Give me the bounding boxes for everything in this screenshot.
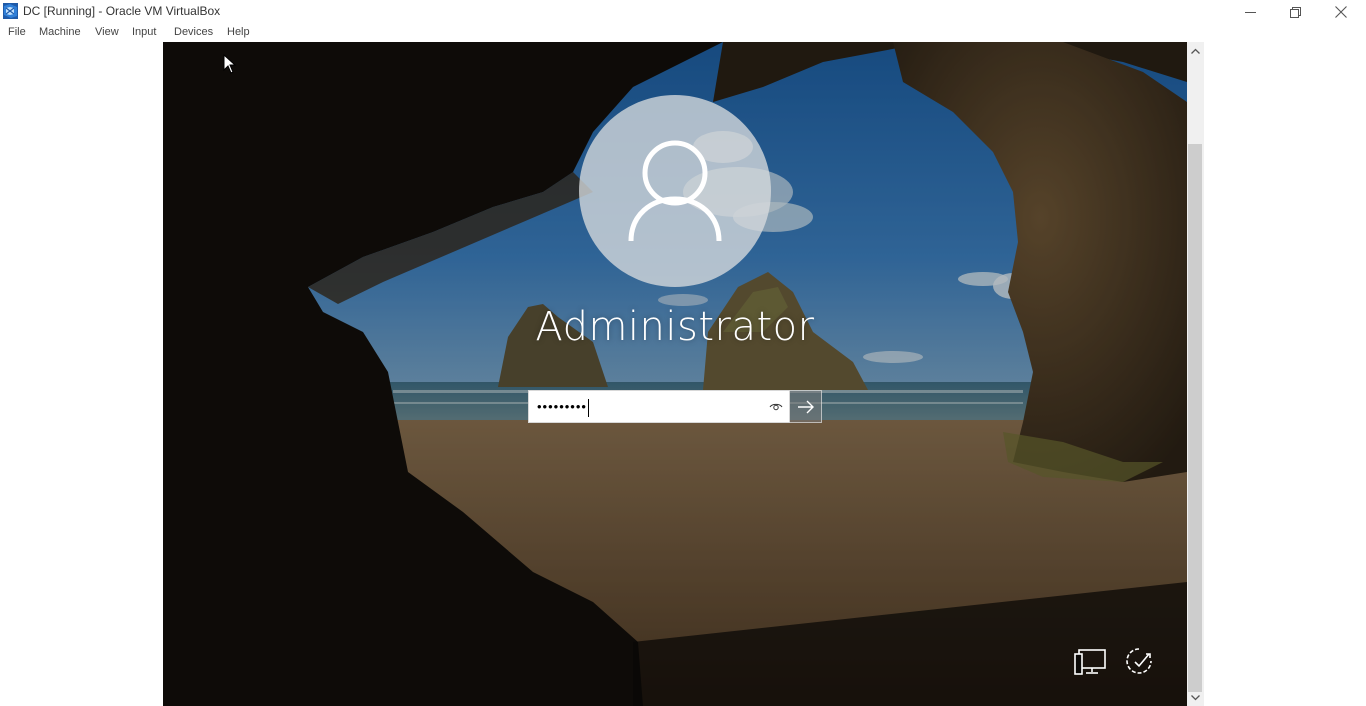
menu-file[interactable]: File bbox=[8, 26, 26, 38]
menu-machine[interactable]: Machine bbox=[39, 26, 81, 38]
minimize-button[interactable] bbox=[1227, 0, 1273, 24]
user-avatar bbox=[579, 95, 771, 287]
chevron-up-icon bbox=[1191, 48, 1200, 54]
menu-bar: File Machine View Input Devices Help bbox=[0, 24, 1366, 42]
mouse-cursor-icon bbox=[223, 54, 237, 74]
chevron-down-icon bbox=[1191, 694, 1200, 700]
menu-view[interactable]: View bbox=[95, 26, 119, 38]
user-name: Administrator bbox=[535, 304, 815, 350]
scroll-up-button[interactable] bbox=[1187, 42, 1204, 59]
eye-icon[interactable] bbox=[769, 400, 783, 414]
scrollbar-thumb[interactable] bbox=[1188, 144, 1202, 692]
password-masked-text: ••••••••• bbox=[537, 399, 587, 414]
arrow-right-icon bbox=[798, 400, 814, 414]
power-icon[interactable] bbox=[1122, 646, 1156, 676]
menu-input[interactable]: Input bbox=[132, 26, 156, 38]
submit-button[interactable] bbox=[789, 390, 822, 423]
password-input[interactable]: ••••••••• bbox=[528, 390, 790, 423]
close-button[interactable] bbox=[1318, 0, 1364, 24]
vm-display[interactable]: Administrator ••••••••• bbox=[163, 42, 1187, 706]
window-title: DC [Running] - Oracle VM VirtualBox bbox=[23, 4, 221, 18]
title-bar: DC [Running] - Oracle VM VirtualBox bbox=[0, 0, 1366, 24]
restore-icon bbox=[1289, 6, 1301, 18]
minimize-icon bbox=[1244, 11, 1256, 13]
user-avatar-icon bbox=[628, 140, 722, 242]
menu-devices[interactable]: Devices bbox=[174, 26, 213, 38]
scroll-down-button[interactable] bbox=[1187, 689, 1204, 706]
text-caret bbox=[587, 398, 589, 417]
password-field-content: ••••••••• bbox=[537, 397, 757, 417]
close-icon bbox=[1335, 6, 1347, 18]
network-icon[interactable] bbox=[1073, 646, 1107, 676]
menu-help[interactable]: Help bbox=[227, 26, 250, 38]
vertical-scrollbar[interactable] bbox=[1187, 42, 1204, 706]
virtualbox-icon bbox=[3, 3, 18, 19]
restore-button[interactable] bbox=[1272, 0, 1318, 24]
